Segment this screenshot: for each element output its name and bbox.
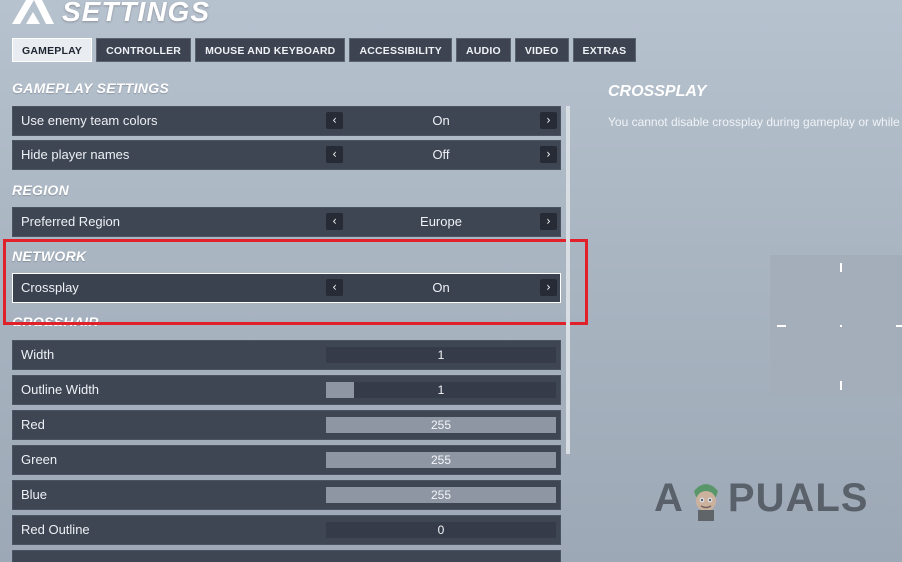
- setting-label: Hide player names: [21, 147, 130, 162]
- slider-row-partial[interactable]: [12, 550, 561, 562]
- page-title: SETTINGS: [62, 0, 211, 27]
- settings-scrollbar[interactable]: [566, 106, 570, 454]
- slider-value: 255: [430, 453, 452, 467]
- slider-label: Red Outline: [21, 522, 90, 537]
- setting-label: Preferred Region: [21, 214, 120, 229]
- setting-label: Use enemy team colors: [21, 113, 158, 128]
- chevron-right-icon[interactable]: ›: [540, 146, 557, 163]
- tab-video[interactable]: VIDEO: [514, 38, 569, 62]
- chevron-left-icon[interactable]: ‹: [326, 146, 343, 163]
- chevron-right-icon[interactable]: ›: [540, 213, 557, 230]
- crosshair-center-dot: [840, 325, 842, 327]
- slider-row-outline-width[interactable]: Outline Width 1: [12, 375, 561, 405]
- slider-value: 1: [437, 348, 445, 362]
- crosshair-top-line: [840, 263, 842, 272]
- watermark: A PUALS: [654, 476, 868, 521]
- highlight-annotation-box: [3, 239, 588, 325]
- slider-row-green[interactable]: Green 255: [12, 445, 561, 475]
- chevron-left-icon[interactable]: ‹: [326, 112, 343, 129]
- tab-accessibility[interactable]: ACCESSIBILITY: [349, 38, 452, 62]
- setting-row-enemy-colors[interactable]: Use enemy team colors ‹ On ›: [12, 106, 561, 136]
- slider-track[interactable]: 0: [326, 522, 556, 538]
- slider-row-red[interactable]: Red 255: [12, 410, 561, 440]
- setting-value: Europe: [420, 214, 462, 229]
- slider-label: Red: [21, 417, 45, 432]
- tab-extras[interactable]: EXTRAS: [572, 38, 637, 62]
- top-bar: SETTINGS: [0, 0, 902, 30]
- crosshair-right-line: [896, 325, 902, 327]
- slider-label: Width: [21, 347, 55, 362]
- crosshair-bottom-line: [840, 381, 842, 390]
- slider-track[interactable]: 1: [326, 347, 556, 363]
- slider-track[interactable]: 255: [326, 417, 556, 433]
- setting-value: On: [432, 113, 450, 128]
- crosshair-left-line: [777, 325, 786, 327]
- mascot-icon: [693, 483, 718, 521]
- chevron-left-icon[interactable]: ‹: [326, 213, 343, 230]
- slider-row-width[interactable]: Width 1: [12, 340, 561, 370]
- settings-tabs: GAMEPLAY CONTROLLER MOUSE AND KEYBOARD A…: [12, 38, 637, 62]
- slider-track[interactable]: 255: [326, 487, 556, 503]
- slider-row-red-outline[interactable]: Red Outline 0: [12, 515, 561, 545]
- setting-row-preferred-region[interactable]: Preferred Region ‹ Europe ›: [12, 207, 561, 237]
- watermark-text-left: A: [654, 476, 684, 520]
- brand-logo-icon: [12, 0, 54, 24]
- tab-controller[interactable]: CONTROLLER: [96, 38, 192, 62]
- slider-label: Blue: [21, 487, 48, 502]
- slider-value: 255: [430, 488, 452, 502]
- setting-row-hide-player-names[interactable]: Hide player names ‹ Off ›: [12, 140, 561, 170]
- section-title-gameplay: GAMEPLAY SETTINGS: [12, 80, 170, 96]
- slider-value: 1: [437, 383, 445, 397]
- slider-label: Green: [21, 452, 58, 467]
- slider-track[interactable]: 255: [326, 452, 556, 468]
- slider-row-blue[interactable]: Blue 255: [12, 480, 561, 510]
- chevron-right-icon[interactable]: ›: [540, 112, 557, 129]
- setting-value: Off: [432, 147, 450, 162]
- info-panel-title: CROSSPLAY: [608, 83, 707, 100]
- watermark-text-right: PUALS: [727, 476, 869, 520]
- slider-track[interactable]: 1: [326, 382, 556, 398]
- slider-value: 0: [437, 523, 445, 537]
- section-title-region: REGION: [12, 182, 70, 198]
- slider-label: Outline Width: [21, 382, 100, 397]
- crosshair-preview: [770, 255, 902, 397]
- slider-value: 255: [430, 418, 452, 432]
- tab-audio[interactable]: AUDIO: [455, 38, 511, 62]
- info-panel-text: You cannot disable crossplay during game…: [608, 115, 902, 129]
- tab-gameplay[interactable]: GAMEPLAY: [12, 38, 93, 62]
- tab-mouse-and-keyboard[interactable]: MOUSE AND KEYBOARD: [195, 38, 346, 62]
